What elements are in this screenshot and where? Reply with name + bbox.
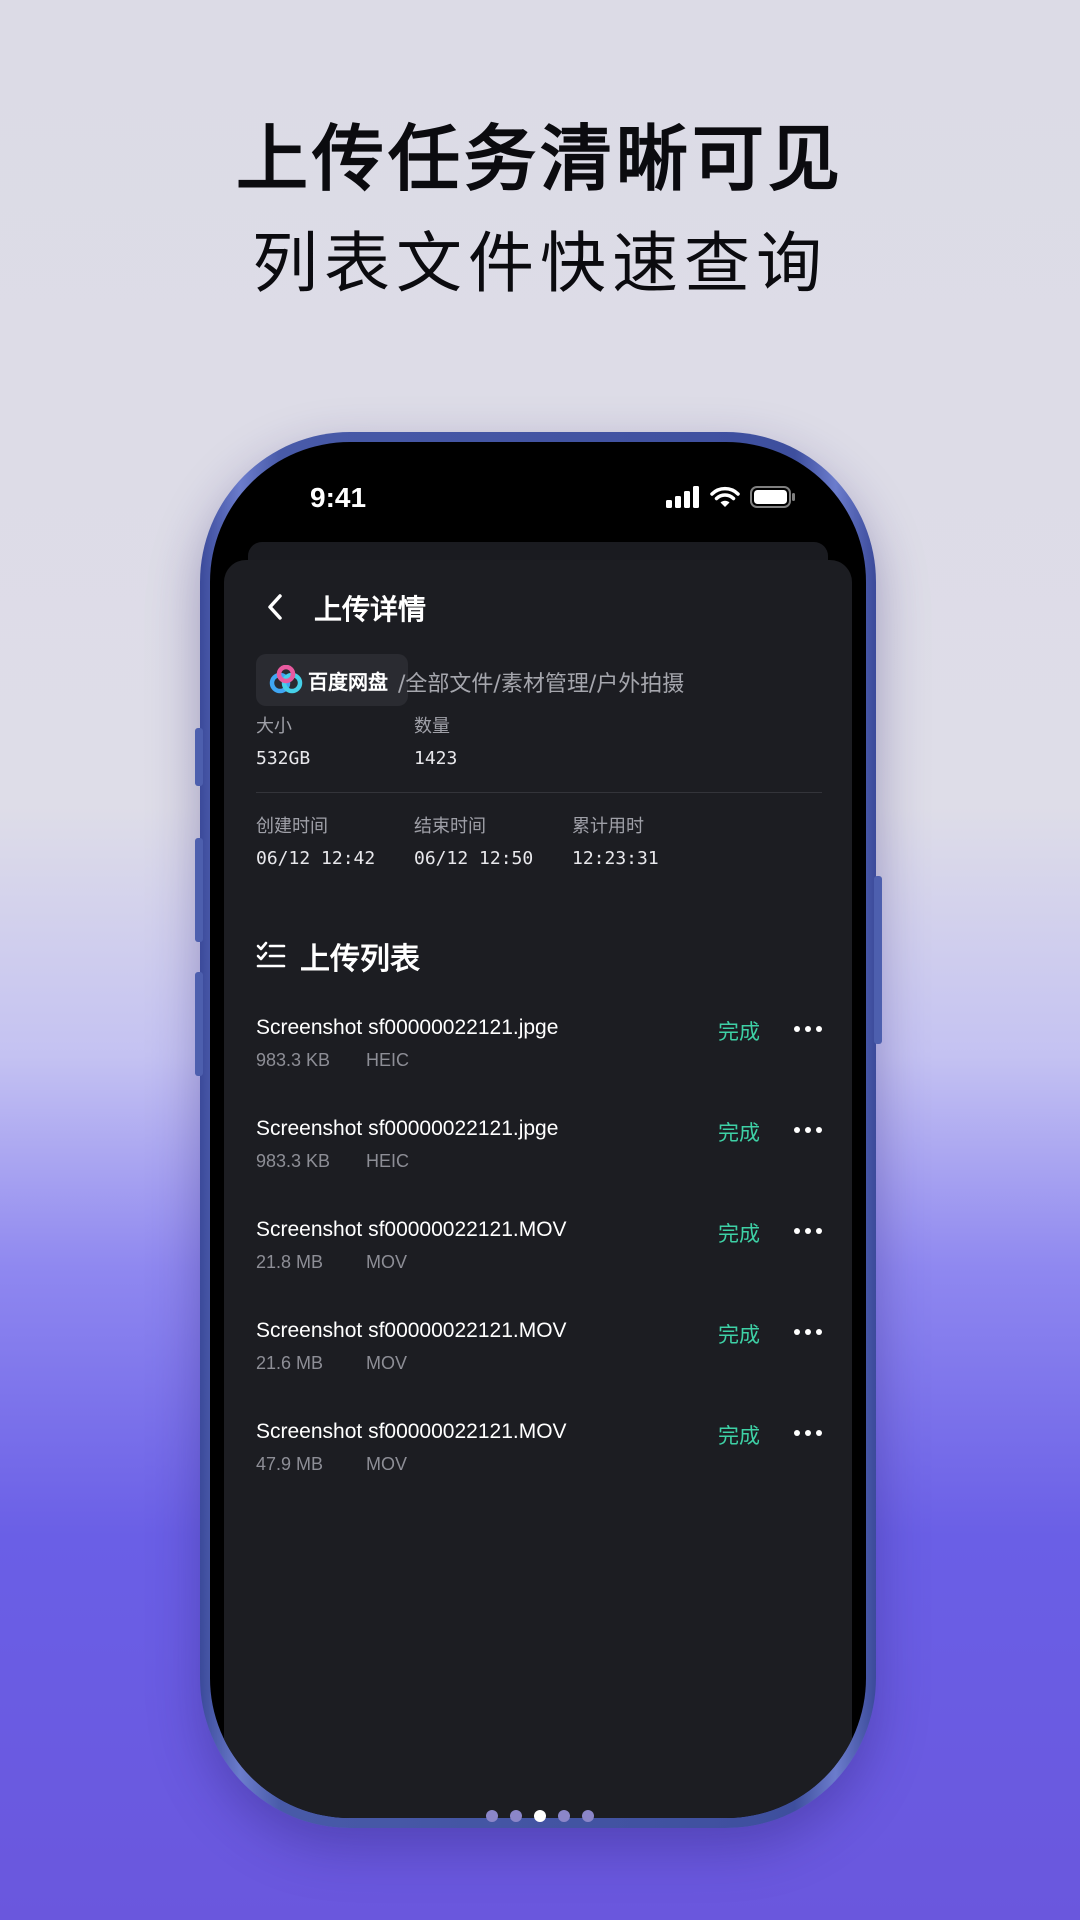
page-dot-2[interactable] — [510, 1810, 522, 1822]
checklist-icon — [256, 941, 286, 968]
status-badge: 完成 — [718, 1424, 760, 1448]
page-title: 上传详情 — [314, 593, 427, 626]
upload-list-title: 上传列表 — [300, 942, 420, 977]
page-dot-1[interactable] — [486, 1810, 498, 1822]
size-label: 大小 — [256, 716, 292, 737]
list-item[interactable]: Screenshot sf00000022121.MOV 21.8 MB MOV… — [256, 1218, 822, 1319]
phone-volume-down-button — [195, 972, 203, 1076]
file-size: 983.3 KB — [256, 1050, 331, 1070]
file-name: Screenshot sf00000022121.MOV — [256, 1420, 567, 1443]
created-time-value: 06/12 12:42 — [256, 848, 376, 869]
phone-action-button — [195, 728, 203, 786]
count-label: 数量 — [414, 716, 450, 737]
nav-bar: 上传详情 — [224, 560, 852, 640]
upload-list-header: 上传列表 — [256, 934, 420, 978]
more-icon[interactable] — [794, 1127, 822, 1137]
status-time: 9:41 — [310, 482, 367, 513]
file-name: Screenshot sf00000022121.MOV — [256, 1218, 567, 1241]
count-stat: 数量 1423 — [414, 712, 457, 769]
created-time-stat: 创建时间 06/12 12:42 — [256, 812, 375, 869]
list-item[interactable]: Screenshot sf00000022121.jpge 983.3 KB H… — [256, 1016, 822, 1117]
baidu-netdisk-logo-icon — [269, 665, 303, 694]
size-value: 532GB — [256, 748, 311, 769]
file-type: MOV — [366, 1353, 408, 1373]
headline-subtitle: 列表文件快速查询 — [252, 225, 828, 302]
file-meta: 983.3 KB HEIC — [256, 1151, 409, 1172]
created-time-label: 创建时间 — [256, 816, 328, 837]
elapsed-time-label: 累计用时 — [572, 816, 644, 837]
file-meta: 21.6 MB MOV — [256, 1353, 407, 1374]
file-size: 21.8 MB — [256, 1252, 324, 1272]
divider — [256, 792, 822, 793]
status-icons — [666, 486, 796, 508]
phone-power-button — [874, 876, 882, 1044]
headline-title: 上传任务清晰可见 — [235, 117, 844, 201]
file-size: 983.3 KB — [256, 1151, 331, 1171]
more-icon[interactable] — [794, 1026, 822, 1036]
size-stat: 大小 532GB — [256, 712, 310, 769]
end-time-stat: 结束时间 06/12 12:50 — [414, 812, 533, 869]
status-badge: 完成 — [718, 1323, 760, 1347]
file-name: Screenshot sf00000022121.MOV — [256, 1319, 567, 1342]
more-icon[interactable] — [794, 1228, 822, 1238]
page-dot-4[interactable] — [558, 1810, 570, 1822]
phone-volume-up-button — [195, 838, 203, 942]
file-meta: 983.3 KB HEIC — [256, 1050, 409, 1071]
elapsed-time-value: 12:23:31 — [572, 848, 659, 869]
file-type: HEIC — [366, 1050, 410, 1070]
upload-list: Screenshot sf00000022121.jpge 983.3 KB H… — [256, 1016, 822, 1521]
elapsed-time-stat: 累计用时 12:23:31 — [572, 812, 659, 869]
file-type: MOV — [366, 1454, 408, 1474]
signal-icon — [666, 486, 699, 508]
file-type: HEIC — [366, 1151, 410, 1171]
list-item[interactable]: Screenshot sf00000022121.MOV 47.9 MB MOV… — [256, 1420, 822, 1521]
more-icon[interactable] — [794, 1430, 822, 1440]
back-chevron-icon[interactable] — [260, 590, 290, 624]
end-time-value: 06/12 12:50 — [414, 848, 534, 869]
upload-detail-sheet: 上传详情 百度网盘 /全部文件/素材管理/户外拍摄 大小 532GB 数量 14… — [224, 560, 852, 1818]
more-icon[interactable] — [794, 1329, 822, 1339]
wifi-icon — [710, 486, 740, 507]
status-bar: 9:41 — [210, 482, 866, 522]
file-meta: 21.8 MB MOV — [256, 1252, 407, 1273]
status-badge: 完成 — [718, 1222, 760, 1246]
file-size: 21.6 MB — [256, 1353, 324, 1373]
end-time-label: 结束时间 — [414, 816, 486, 837]
page-dot-5[interactable] — [582, 1810, 594, 1822]
folder-path[interactable]: /全部文件/素材管理/户外拍摄 — [398, 666, 684, 698]
list-item[interactable]: Screenshot sf00000022121.MOV 21.6 MB MOV… — [256, 1319, 822, 1420]
list-item[interactable]: Screenshot sf00000022121.jpge 983.3 KB H… — [256, 1117, 822, 1218]
file-type: MOV — [366, 1252, 408, 1272]
file-size: 47.9 MB — [256, 1454, 324, 1474]
netdisk-badge[interactable]: 百度网盘 — [256, 654, 408, 706]
file-name: Screenshot sf00000022121.jpge — [256, 1117, 559, 1140]
status-badge: 完成 — [718, 1121, 760, 1145]
page-dot-3-active[interactable] — [534, 1810, 546, 1822]
file-name: Screenshot sf00000022121.jpge — [256, 1016, 559, 1039]
page-indicator — [0, 1810, 1080, 1822]
file-meta: 47.9 MB MOV — [256, 1454, 407, 1475]
status-badge: 完成 — [718, 1020, 760, 1044]
phone-screen: 9:41 上传详情 百度网盘 /全部文件/素材管理/户外拍摄 大小 532GB … — [210, 442, 866, 1818]
battery-icon — [750, 486, 795, 508]
count-value: 1423 — [414, 748, 458, 769]
netdisk-label: 百度网盘 — [308, 669, 388, 694]
